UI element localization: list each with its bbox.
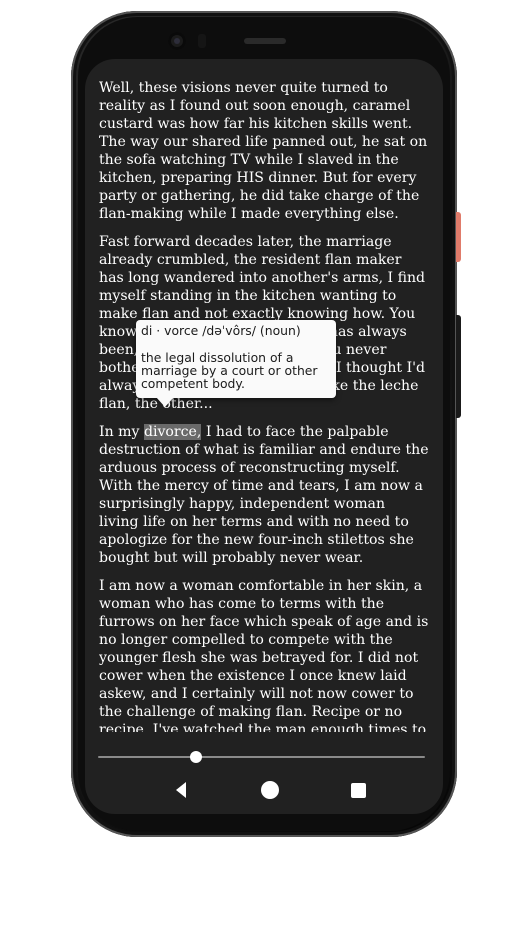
pronunciation: di · vorce /dəˈvôrs/ (noun) — [141, 323, 301, 338]
dictionary-popup[interactable]: di · vorce /dəˈvôrs/ (noun) the legal di… — [136, 320, 336, 398]
book-text[interactable]: Well, these visions never quite turned t… — [99, 79, 429, 732]
paragraph: I am now a woman comfortable in her skin… — [99, 578, 429, 732]
back-icon[interactable] — [176, 782, 186, 798]
recents-icon[interactable] — [351, 783, 366, 798]
power-button — [456, 212, 461, 262]
paragraph-text: I had to face the palpable destruction o… — [99, 424, 429, 566]
paragraph: Well, these visions never quite turned t… — [99, 80, 428, 222]
phone-screen: Well, these visions never quite turned t… — [85, 59, 443, 814]
definition: the legal dissolution of a marriage by a… — [141, 350, 318, 391]
reading-progress-slider[interactable] — [98, 756, 425, 758]
earpiece-speaker — [244, 38, 286, 44]
proximity-sensor — [198, 34, 206, 48]
paragraph: In my divorce, I had to face the palpabl… — [99, 423, 429, 567]
slider-thumb[interactable] — [190, 751, 203, 763]
popup-pointer — [156, 397, 174, 407]
highlighted-word[interactable]: divorce, — [143, 424, 202, 440]
volume-button — [456, 315, 461, 418]
home-icon[interactable] — [261, 781, 279, 799]
paragraph-text: In my — [99, 424, 144, 440]
front-camera-icon — [168, 32, 186, 50]
